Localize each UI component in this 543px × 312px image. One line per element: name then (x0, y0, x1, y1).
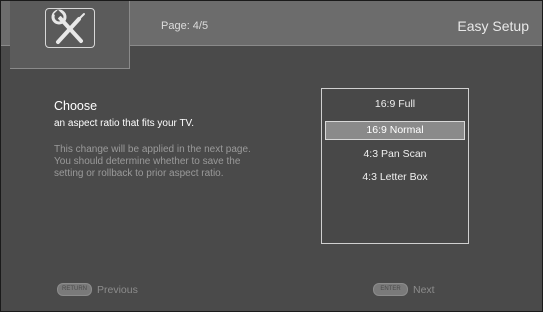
aspect-ratio-list: 16:9 Full 16:9 Normal 4:3 Pan Scan 4:3 L… (321, 88, 469, 244)
description-line: You should determine whether to save the (54, 156, 241, 167)
option-16-9-full[interactable]: 16:9 Full (325, 96, 465, 113)
next-label: Next (413, 283, 435, 296)
previous-button[interactable]: RETURN Previous (57, 283, 138, 296)
setup-screen: Page: 4/5 Easy Setup Choose an aspect ra… (0, 0, 543, 312)
page-indicator: Page: 4/5 (161, 20, 209, 32)
return-key-icon: RETURN (57, 283, 92, 296)
description-line: This change will be applied in the next … (54, 144, 251, 155)
option-16-9-normal[interactable]: 16:9 Normal (325, 121, 465, 140)
option-4-3-pan-scan[interactable]: 4:3 Pan Scan (325, 146, 465, 163)
next-button[interactable]: ENTER Next (373, 283, 435, 296)
enter-key-icon: ENTER (373, 283, 408, 296)
previous-label: Previous (97, 283, 138, 296)
description-line: setting or rollback to prior aspect rati… (54, 168, 224, 179)
choose-subtitle: an aspect ratio that fits your TV. (54, 118, 195, 129)
logo-panel (10, 1, 130, 69)
description: This change will be applied in the next … (54, 144, 294, 180)
option-4-3-letter-box[interactable]: 4:3 Letter Box (325, 169, 465, 186)
page-title: Easy Setup (457, 18, 529, 34)
choose-heading: Choose (54, 99, 98, 113)
wrench-screwdriver-icon (45, 8, 95, 48)
